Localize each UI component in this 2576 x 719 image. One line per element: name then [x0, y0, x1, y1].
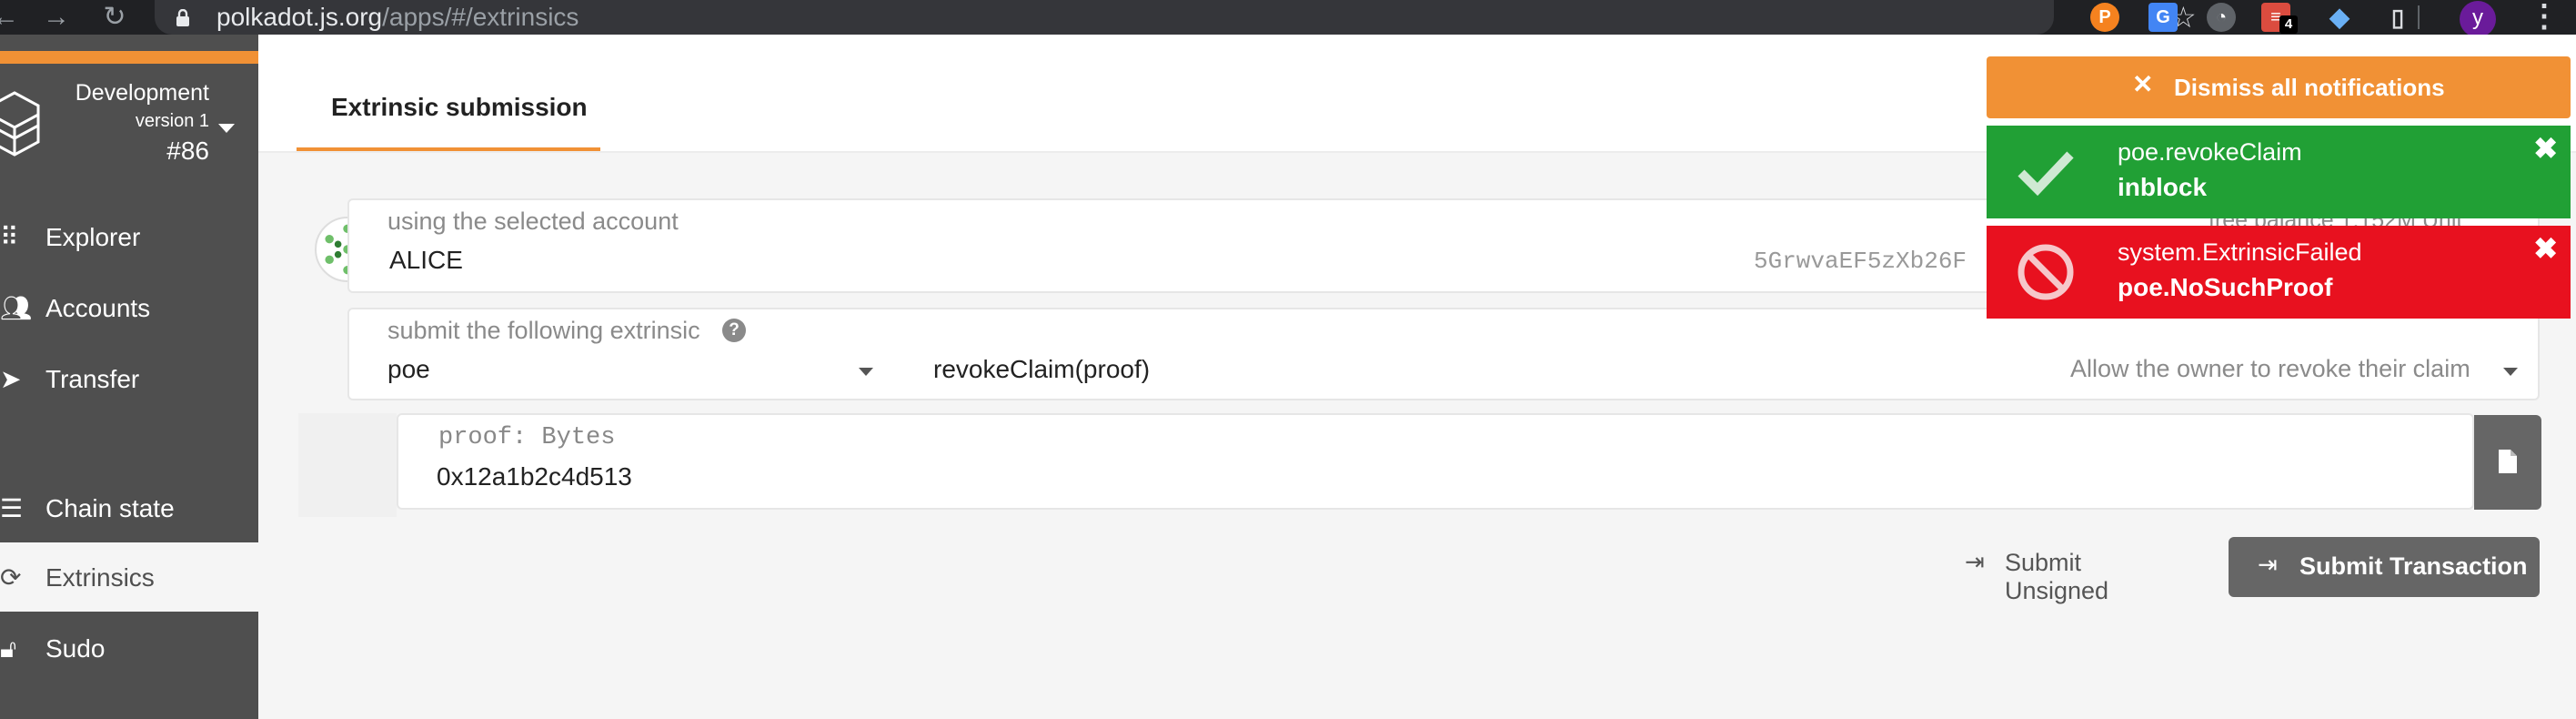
sidebar-item-label: Extrinsics [45, 563, 155, 592]
address-bar[interactable]: polkadot.js.org/apps/#/extrinsics ☆ [155, 0, 2197, 35]
unlock-icon: 🔓︎ [0, 634, 17, 663]
close-icon[interactable]: ✖ [2533, 231, 2558, 266]
sign-in-icon: ⇥ [1965, 548, 1985, 575]
back-icon[interactable]: ← [0, 0, 24, 35]
module-value: poe [387, 355, 430, 383]
check-icon [2018, 151, 2074, 197]
param-label: proof: Bytes [438, 424, 616, 451]
notification-status: inblock [2118, 173, 2208, 201]
sidebar-item-sudo[interactable]: 🔓︎ Sudo [0, 613, 258, 683]
method-value: revokeClaim(proof) [933, 355, 1151, 383]
chevron-down-icon[interactable] [218, 124, 235, 133]
sidebar-item-accounts[interactable]: 👥︎ Accounts [0, 273, 258, 342]
node-best-block: #86 [166, 137, 209, 165]
module-dropdown[interactable]: poe [349, 346, 895, 400]
sidebar-item-transfer[interactable]: ➤ Transfer [0, 344, 258, 413]
grid-icon: ⠿ [0, 223, 19, 251]
extension-badge: 4 [2279, 15, 2298, 34]
sidebar-item-chain-state[interactable]: ☰ Chain state [0, 473, 258, 542]
bookmark-ext-icon[interactable]: ▯ [2383, 3, 2412, 32]
proof-input[interactable]: proof: Bytes 0x12a1b2c4d513 [397, 413, 2474, 510]
users-icon: 👥︎ [0, 294, 33, 322]
account-address: 5GrwvaEF5zXb26F [1754, 248, 1967, 275]
submit-transaction-button[interactable]: ⇥ Submit Transaction [2229, 537, 2540, 597]
method-dropdown[interactable]: revokeClaim(proof) Allow the owner to re… [895, 346, 2538, 400]
tab-label: Extrinsic submission [331, 93, 588, 121]
translate-ext-icon[interactable]: G [2148, 3, 2178, 32]
chevron-down-icon [2503, 368, 2518, 376]
sidebar: Development version 1 #86 ⠿ Explorer 👥︎ … [0, 35, 258, 719]
submit-transaction-label: Submit Transaction [2299, 552, 2528, 580]
sidebar-item-label: Sudo [45, 634, 106, 663]
menu-kebab-icon[interactable]: ⋮ [2529, 0, 2560, 35]
sync-icon: ⟳ [0, 563, 22, 592]
chevron-down-icon [859, 368, 873, 376]
notification-title: poe.revokeClaim [2118, 138, 2302, 166]
extrinsic-label: submit the following extrinsic [387, 317, 700, 344]
gem-ext-icon[interactable]: ◆ [2325, 3, 2354, 32]
tab-extrinsic-submission[interactable]: Extrinsic submission [297, 35, 600, 151]
extrinsic-selector: submit the following extrinsic ? poe rev… [347, 308, 2540, 400]
profile-avatar[interactable]: y [2460, 1, 2496, 37]
sidebar-item-explorer[interactable]: ⠿ Explorer [0, 202, 258, 271]
param-value: 0x12a1b2c4d513 [437, 462, 632, 491]
node-chain-name[interactable]: Development [75, 80, 209, 106]
method-description: Allow the owner to revoke their claim [2070, 355, 2470, 382]
database-icon: ☰ [0, 494, 24, 522]
browser-toolbar: ← → ↻ polkadot.js.org/apps/#/extrinsics … [0, 0, 2576, 37]
todoist-ext-icon[interactable]: ≡ 4 [2261, 3, 2298, 34]
sidebar-item-label: Explorer [45, 223, 141, 251]
sign-in-icon: ⇥ [2258, 551, 2278, 578]
file-upload-button[interactable] [2474, 415, 2541, 510]
url-text: polkadot.js.org/apps/#/extrinsics [216, 3, 579, 31]
submit-unsigned-label: Submit Unsigned [2005, 549, 2109, 604]
lock-icon [176, 9, 189, 26]
param-indent [298, 413, 397, 517]
reload-icon[interactable]: ↻ [96, 0, 133, 35]
toolbar-divider [2418, 5, 2420, 29]
notification-error: system.ExtrinsicFailed poe.NoSuchProof ✖ [1987, 226, 2571, 319]
dismiss-all-button[interactable]: ✕ Dismiss all notifications [1987, 56, 2571, 118]
help-icon[interactable]: ? [722, 319, 746, 342]
account-name: ALICE [389, 246, 463, 274]
forward-icon[interactable]: → [38, 0, 75, 35]
polkadot-ext-icon[interactable]: P [2090, 3, 2119, 32]
account-label: using the selected account [387, 208, 679, 235]
bulb-ext-icon[interactable]: ◔ [2207, 3, 2236, 32]
sidebar-item-label: Chain state [45, 494, 175, 522]
dismiss-all-label: Dismiss all notifications [2174, 74, 2445, 101]
notification-title: system.ExtrinsicFailed [2118, 238, 2362, 266]
node-version: version 1 [135, 111, 209, 131]
sidebar-item-extrinsics[interactable]: ⟳ Extrinsics [0, 542, 258, 612]
submit-unsigned-button[interactable]: ⇥ Submit Unsigned [1952, 535, 2189, 604]
sidebar-item-label: Transfer [45, 365, 140, 393]
substrate-logo-icon [0, 91, 40, 157]
close-icon[interactable]: ✖ [2533, 131, 2558, 166]
file-icon [2499, 450, 2517, 473]
notification-success: poe.revokeClaim inblock ✖ [1987, 126, 2571, 218]
close-icon: ✕ [2132, 70, 2154, 98]
sidebar-accent-bar [0, 51, 258, 64]
notification-status: poe.NoSuchProof [2118, 273, 2333, 301]
ban-icon [2018, 244, 2074, 300]
sidebar-item-label: Accounts [45, 294, 151, 322]
send-icon: ➤ [0, 365, 22, 393]
